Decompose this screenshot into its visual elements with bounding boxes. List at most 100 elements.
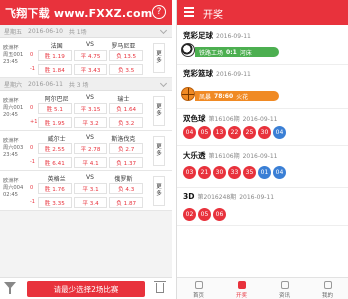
football-result[interactable]: 竞彩足球 2016-09-11 铁路工场 0:1 河床 xyxy=(177,25,348,65)
day-header[interactable]: 星期六 2016-06-11 共 3 场 xyxy=(0,78,172,91)
match-info: 欧洲杯 周六004 02:45 xyxy=(3,178,31,200)
vs-label: VS xyxy=(86,174,94,181)
red-ball: 21 xyxy=(198,166,211,179)
result-date: 2016-09-11 xyxy=(216,33,251,40)
match-card: 欧洲杯 周六001 20:45 阿尔巴尼 VS 瑞士 0 胜 5.1 平 3.1… xyxy=(0,91,172,131)
red-ball: 30 xyxy=(258,126,271,139)
home-team: 英格兰 xyxy=(47,176,66,183)
lottery-name: 大乐透 第16106期 2016-09-11 xyxy=(183,151,278,160)
odds-row: 0 胜 1.76 平 3.1 负 4.3 xyxy=(30,183,145,194)
red-ball: 13 xyxy=(213,126,226,139)
odds-lose[interactable]: 负 3.2 xyxy=(109,117,144,128)
dlt-result[interactable]: 大乐透 第16106期 2016-09-11 03 21 30 33 35 01 0… xyxy=(177,146,348,188)
result-date: 2016-09-11 xyxy=(242,116,278,123)
handicap-label: 0 xyxy=(30,145,34,151)
odds-draw[interactable]: 平 3.1 xyxy=(73,183,108,194)
odds-win[interactable]: 胜 1.95 xyxy=(38,117,72,128)
match-code: 周六003 xyxy=(3,145,24,152)
issue-number: 第16106期 xyxy=(208,153,240,160)
home-icon xyxy=(194,281,203,289)
betting-header: 飞翔下载 www.FXXZ.com ? xyxy=(0,0,172,25)
vs-label: VS xyxy=(86,134,94,141)
odds-lose[interactable]: 负 4.3 xyxy=(109,183,144,194)
basketball-icon xyxy=(181,87,195,101)
basketball-result[interactable]: 竞彩篮球 2016-09-11 凤暴 78:60 火花 xyxy=(177,65,348,109)
odds-draw[interactable]: 平 4.1 xyxy=(73,157,108,168)
odds-lose[interactable]: 负 3.5 xyxy=(109,64,144,75)
odds-draw[interactable]: 平 2.78 xyxy=(73,143,108,154)
red-ball: 35 xyxy=(243,166,256,179)
watermark-logo: 飞翔下载 www.FXXZ.com xyxy=(5,7,153,20)
trophy-icon xyxy=(237,281,246,289)
match-teams: 威尔士 VS 斯洛伐克 xyxy=(40,134,140,143)
home-team: 凤暴 xyxy=(199,93,212,101)
odds-row-handicap: -1 胜 6.41 平 4.1 负 1.37 xyxy=(30,157,145,168)
match-teams: 英格兰 VS 俄罗斯 xyxy=(40,174,140,183)
menu-icon[interactable] xyxy=(184,7,194,9)
more-odds-button[interactable]: 更多 xyxy=(153,43,165,73)
chevron-down-icon xyxy=(159,26,168,35)
odds-lose[interactable]: 负 1.87 xyxy=(109,197,144,208)
away-team: 俄罗斯 xyxy=(114,176,133,183)
match-time: 20:45 xyxy=(3,112,18,119)
match-card: 欧洲杯 周五001 23:45 法国 VS 罗马尼亚 0 胜 1.19 平 4.… xyxy=(0,38,172,78)
odds-draw[interactable]: 平 3.4 xyxy=(73,197,108,208)
match-time: 23:45 xyxy=(3,59,18,66)
odds-draw[interactable]: 平 3.15 xyxy=(73,103,108,114)
odds-lose[interactable]: 负 1.64 xyxy=(109,103,144,114)
ball-row: 04 05 13 22 25 30 04 xyxy=(183,126,288,139)
issue-number: 第2016248期 xyxy=(197,194,237,201)
odds-draw[interactable]: 平 3.43 xyxy=(73,64,108,75)
tab-results[interactable]: 开奖 xyxy=(220,278,263,299)
red-ball: 25 xyxy=(243,126,256,139)
match-card: 欧洲杯 周六003 23:45 威尔士 VS 斯洛伐克 0 胜 2.55 平 2… xyxy=(0,131,172,171)
red-ball: 02 xyxy=(183,208,196,221)
day-count: 共 1场 xyxy=(68,28,87,36)
odds-row-handicap: +1 胜 1.95 平 3.2 负 3.2 xyxy=(30,117,145,128)
odds-draw[interactable]: 平 3.2 xyxy=(73,117,108,128)
match-info: 欧洲杯 周六001 20:45 xyxy=(3,98,31,120)
odds-lose[interactable]: 负 2.7 xyxy=(109,143,144,154)
odds-win[interactable]: 胜 1.76 xyxy=(38,183,72,194)
question-circle-icon[interactable]: ? xyxy=(152,5,166,19)
day-weekday: 星期六 xyxy=(4,81,23,89)
odds-win[interactable]: 胜 3.35 xyxy=(38,197,72,208)
more-odds-button[interactable]: 更多 xyxy=(153,96,165,126)
tab-news[interactable]: 资讯 xyxy=(263,278,306,299)
match-info: 欧洲杯 周五001 23:45 xyxy=(3,45,31,67)
select-matches-button[interactable]: 请最少选择2场比赛 xyxy=(27,281,145,297)
odds-lose[interactable]: 负 13.5 xyxy=(109,50,144,61)
more-odds-button[interactable]: 更多 xyxy=(153,176,165,206)
match-time: 02:45 xyxy=(3,192,18,199)
lottery-name: 竞彩足球 2016-09-11 xyxy=(183,31,251,40)
odds-win[interactable]: 胜 5.1 xyxy=(38,103,72,114)
handicap-label: 0 xyxy=(30,52,34,58)
odds-lose[interactable]: 负 1.37 xyxy=(109,157,144,168)
red-ball: 05 xyxy=(198,126,211,139)
handicap-label: -1 xyxy=(30,66,35,72)
trash-icon[interactable] xyxy=(154,281,166,293)
score: 78:60 xyxy=(214,92,234,100)
tab-profile[interactable]: 我的 xyxy=(306,278,348,299)
odds-win[interactable]: 胜 2.55 xyxy=(38,143,72,154)
betting-footer: 请最少选择2场比赛 xyxy=(0,277,172,299)
red-ball: 33 xyxy=(228,166,241,179)
match-info: 欧洲杯 周六003 23:45 xyxy=(3,138,31,160)
away-team: 河床 xyxy=(239,49,252,57)
odds-win[interactable]: 胜 6.41 xyxy=(38,157,72,168)
tab-label: 开奖 xyxy=(235,293,247,299)
odds-draw[interactable]: 平 4.75 xyxy=(73,50,108,61)
fc3d-result[interactable]: 3D 第2016248期 2016-09-11 02 05 06 xyxy=(177,188,348,226)
user-icon xyxy=(323,281,332,289)
odds-win[interactable]: 胜 1.84 xyxy=(38,64,72,75)
match-code: 周六004 xyxy=(3,185,24,192)
more-odds-button[interactable]: 更多 xyxy=(153,136,165,166)
day-header[interactable]: 星期五 2016-06-10 共 1场 xyxy=(0,25,172,38)
odds-win[interactable]: 胜 1.19 xyxy=(38,50,72,61)
tab-label: 首页 xyxy=(192,293,204,299)
ssq-result[interactable]: 双色球 第16106期 2016-09-11 04 05 13 22 25 30 0… xyxy=(177,109,348,146)
score-pill: 凤暴 78:60 火花 xyxy=(195,91,279,101)
filter-icon[interactable] xyxy=(4,282,16,294)
tab-home[interactable]: 首页 xyxy=(177,278,220,299)
blue-ball: 04 xyxy=(273,166,286,179)
